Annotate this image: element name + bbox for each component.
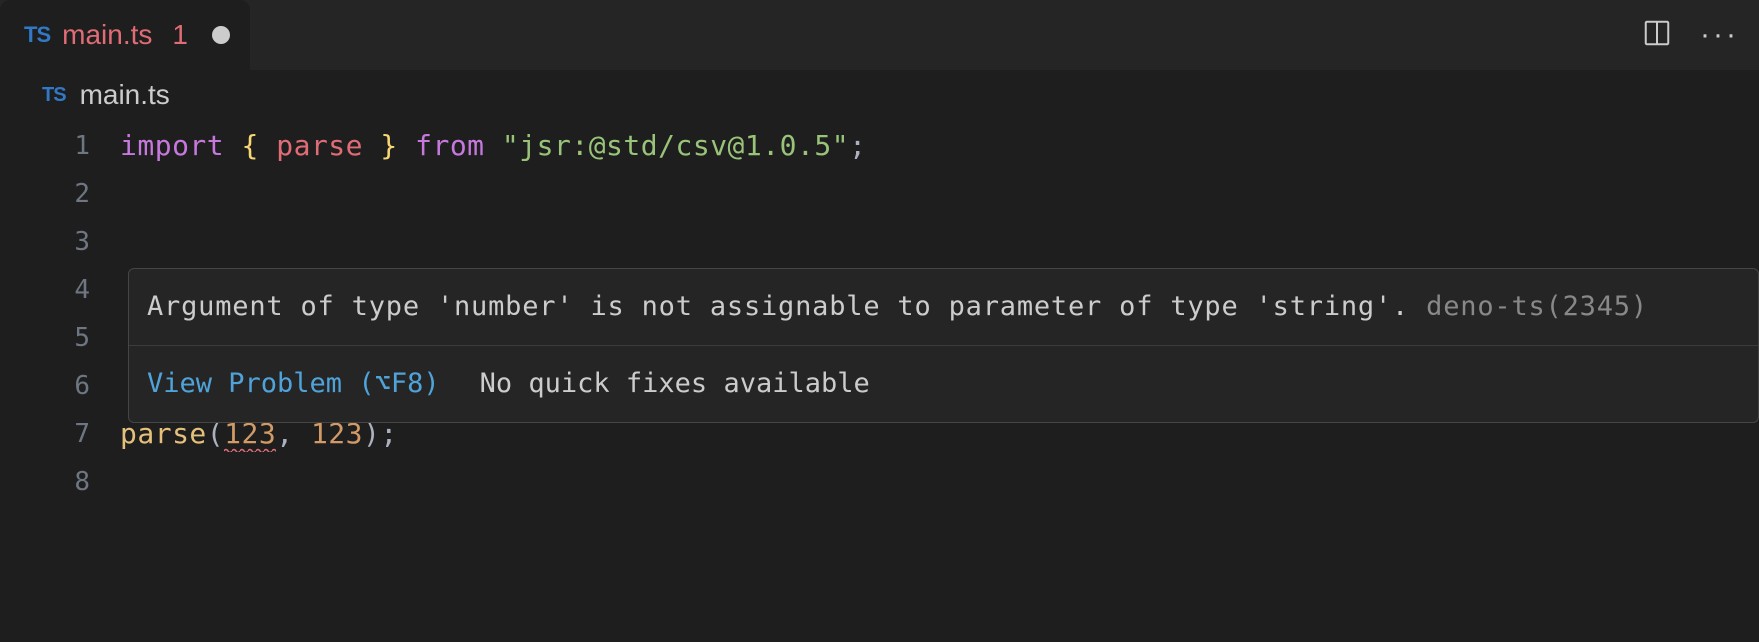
string-literal: "jsr:@std/csv@1.0.5" [502,129,849,162]
brace: { [242,129,259,162]
code-line: 1 import { parse } from "jsr:@std/csv@1.… [0,122,1759,170]
no-quick-fixes-label: No quick fixes available [480,360,870,408]
hover-actions: View Problem (⌥F8) No quick fixes availa… [129,345,1758,422]
tab-problem-count: 1 [172,19,188,51]
split-editor-icon[interactable] [1642,18,1672,53]
line-number: 4 [0,266,120,314]
error-text: Argument of type 'number' is not assigna… [147,291,1409,322]
more-actions-icon[interactable]: ··· [1700,18,1739,52]
line-number: 1 [0,122,120,170]
line-number: 3 [0,218,120,266]
error-hover-popup: Argument of type 'number' is not assigna… [128,268,1759,423]
error-code: deno-ts(2345) [1426,291,1648,322]
tab-filename: main.ts [62,19,152,51]
typescript-icon: TS [42,84,66,107]
unsaved-indicator-icon[interactable] [212,26,230,44]
line-number: 2 [0,170,120,218]
code-content[interactable]: import { parse } from "jsr:@std/csv@1.0.… [120,122,866,170]
keyword: from [415,129,484,162]
line-number: 5 [0,314,120,362]
editor-tab[interactable]: TS main.ts 1 [0,0,250,70]
tab-bar: TS main.ts 1 ··· [0,0,1759,70]
breadcrumb[interactable]: TS main.ts [0,70,1759,120]
line-number: 8 [0,458,120,506]
breadcrumb-filename: main.ts [80,79,170,111]
code-line: 2 [0,170,1759,218]
semicolon: ; [849,129,866,162]
brace: } [380,129,397,162]
error-message: Argument of type 'number' is not assigna… [129,269,1758,345]
code-editor[interactable]: 1 import { parse } from "jsr:@std/csv@1.… [0,120,1759,506]
tab-actions: ··· [1642,18,1739,53]
line-number: 6 [0,362,120,410]
line-number: 7 [0,410,120,458]
identifier: parse [276,129,363,162]
typescript-icon: TS [24,22,50,48]
keyword: import [120,129,224,162]
code-line: 3 [0,218,1759,266]
view-problem-link[interactable]: View Problem (⌥F8) [147,360,440,408]
code-line: 8 [0,458,1759,506]
